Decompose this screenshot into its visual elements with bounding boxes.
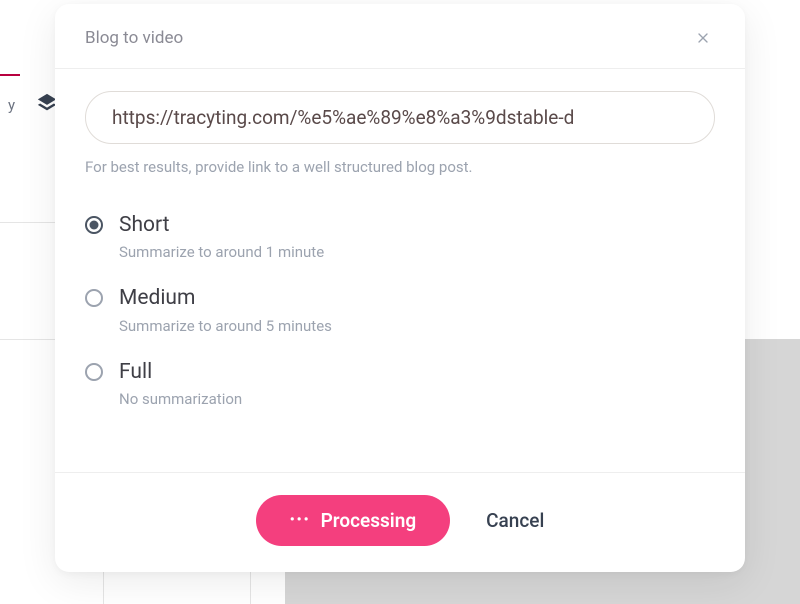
radio-content: Full No summarization xyxy=(119,359,715,408)
cancel-button[interactable]: Cancel xyxy=(486,509,544,532)
processing-button[interactable]: ••• Processing xyxy=(256,495,450,546)
radio-icon xyxy=(85,216,103,234)
primary-button-label: Processing xyxy=(321,509,417,532)
radio-description: No summarization xyxy=(119,390,715,408)
radio-option-full[interactable]: Full No summarization xyxy=(85,359,715,408)
blog-to-video-modal: Blog to video For best results, provide … xyxy=(55,4,745,572)
length-radio-group: Short Summarize to around 1 minute Mediu… xyxy=(85,212,715,408)
radio-icon xyxy=(85,289,103,307)
radio-option-medium[interactable]: Medium Summarize to around 5 minutes xyxy=(85,285,715,334)
radio-label: Medium xyxy=(119,285,715,312)
radio-description: Summarize to around 5 minutes xyxy=(119,317,715,335)
bg-accent-line xyxy=(0,74,20,76)
radio-content: Medium Summarize to around 5 minutes xyxy=(119,285,715,334)
radio-label: Short xyxy=(119,212,715,239)
loading-dots-icon: ••• xyxy=(290,512,311,528)
radio-description: Summarize to around 1 minute xyxy=(119,243,715,261)
url-hint: For best results, provide link to a well… xyxy=(85,158,715,176)
radio-label: Full xyxy=(119,359,715,386)
bg-partial-label: y xyxy=(0,92,23,118)
radio-icon xyxy=(85,363,103,381)
modal-header: Blog to video xyxy=(55,4,745,69)
modal-footer: ••• Processing Cancel xyxy=(55,472,745,572)
radio-content: Short Summarize to around 1 minute xyxy=(119,212,715,261)
close-icon xyxy=(695,30,711,46)
modal-title: Blog to video xyxy=(85,28,183,48)
radio-option-short[interactable]: Short Summarize to around 1 minute xyxy=(85,212,715,261)
close-button[interactable] xyxy=(691,26,715,50)
modal-body: For best results, provide link to a well… xyxy=(55,69,745,472)
url-input[interactable] xyxy=(85,91,715,144)
